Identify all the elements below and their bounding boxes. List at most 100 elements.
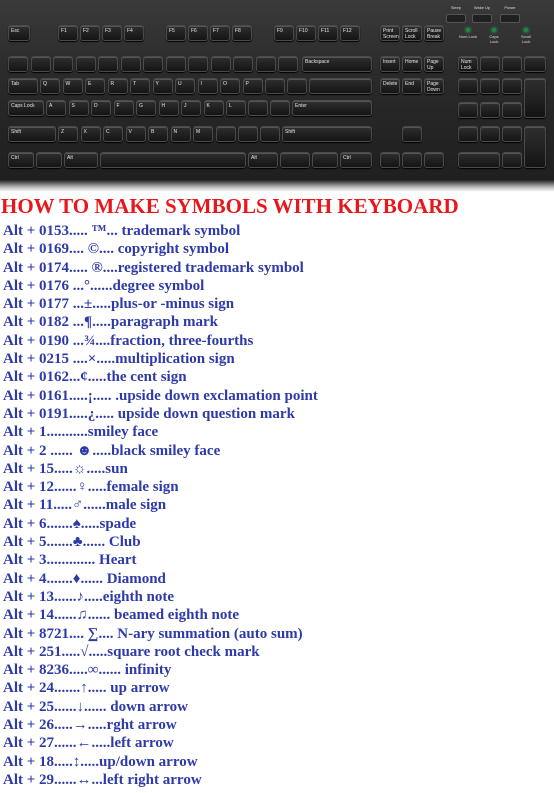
key-end: End (402, 78, 422, 94)
key-delete: Delete (380, 78, 400, 94)
keyboard-key (210, 56, 231, 72)
key-letter: T (130, 78, 150, 94)
numpad-key (480, 102, 500, 118)
key-letter: W (62, 78, 83, 94)
key-letter: B (148, 126, 168, 142)
key-letter: V (125, 126, 146, 142)
keyboard-key (188, 56, 208, 72)
key-num-lock: Num Lock (458, 56, 478, 72)
key-function: F4 (124, 25, 144, 41)
numpad-key (458, 126, 478, 142)
key-arrow-up (402, 126, 422, 142)
key-home: Home (402, 56, 422, 72)
numpad-enter (524, 126, 546, 168)
key-esc: Esc (8, 25, 30, 41)
key-tab: Tab (8, 78, 38, 94)
key-pause-break: Pause Break (424, 25, 444, 41)
keyboard-key (260, 126, 280, 142)
keyboard-key (75, 56, 96, 72)
key-letter: U (175, 78, 195, 94)
key-windows (280, 152, 310, 168)
numpad-key (458, 78, 478, 94)
power-button (472, 14, 492, 23)
keyboard-key (233, 56, 253, 72)
key-windows (36, 152, 62, 168)
keyboard-key (502, 56, 522, 72)
list-item: Alt + 14......♫...... beamed eighth note (3, 607, 240, 624)
key-ctrl-left: Ctrl (8, 152, 34, 168)
power-button-label: Sleep (450, 5, 462, 10)
list-item: Alt + 0190 ...¾....fraction, three-fourt… (3, 332, 254, 349)
key-space (100, 152, 246, 168)
list-item: Alt + 11.....♂......male sign (3, 497, 167, 514)
key-function: F7 (210, 25, 230, 41)
key-letter: Y (152, 78, 173, 94)
list-item: Alt + 18.....↕.....up/down arrow (3, 753, 198, 770)
list-item: Alt + 2 ...... ☻.....black smiley face (3, 442, 221, 459)
keyboard-key (238, 126, 258, 142)
key-shift-left: Shift (8, 126, 56, 142)
list-item: Alt + 27......←.....left arrow (3, 735, 174, 752)
keyboard-key (309, 78, 372, 94)
key-letter: I (197, 78, 218, 94)
key-function: F8 (232, 25, 252, 41)
key-letter: E (85, 78, 105, 94)
key-print-screen: Print Screen (380, 25, 400, 41)
key-letter: R (107, 78, 128, 94)
power-button (446, 14, 466, 23)
list-item: Alt + 0177 ...±.....plus-or -minus sign (3, 296, 235, 313)
numpad-key (502, 102, 522, 118)
key-function: F10 (296, 25, 316, 41)
key-function: F1 (58, 25, 78, 41)
list-item: Alt + 8236.....∞...... infinity (3, 662, 172, 679)
page-title: HOW TO MAKE SYMBOLS WITH KEYBOARD (1, 194, 459, 218)
list-item: Alt + 12......♀.....female sign (3, 479, 179, 496)
keyboard-key (216, 126, 236, 142)
numpad-plus (524, 78, 546, 118)
status-led (492, 28, 496, 32)
key-alt-left: Alt (64, 152, 98, 168)
list-item: Alt + 13......♪.....eighth note (3, 588, 175, 605)
key-page-up: Page Up (424, 56, 444, 72)
list-item: Alt + 0182 ...¶.....paragraph mark (3, 314, 218, 331)
key-scroll-lock: Scroll Lock (402, 25, 422, 41)
key-letter: S (68, 100, 89, 116)
numpad-key (502, 152, 522, 168)
list-item: Alt + 0174..... ®....registered trademar… (3, 259, 304, 276)
list-item: Alt + 0169.... ©.... copyright symbol (3, 241, 230, 258)
power-button-label: Power (504, 5, 516, 10)
key-letter: A (46, 100, 66, 116)
key-letter: L (226, 100, 246, 116)
key-shift-right: Shift (282, 126, 372, 142)
key-letter: N (170, 126, 191, 142)
keyboard-photo: Esc F1 F2 F3 F4 F5 F6 F7 F8 F9 F10 F11 F12 Print Scre… (0, 0, 554, 190)
keyboard-key (53, 56, 73, 72)
key-arrow-left (380, 152, 400, 168)
key-letter: H (158, 100, 179, 116)
key-letter: X (80, 126, 101, 142)
list-item: Alt + 6.......♠.....spade (3, 515, 137, 532)
key-letter: D (91, 100, 111, 116)
key-menu (312, 152, 338, 168)
key-letter: J (181, 100, 201, 116)
keyboard-key (278, 56, 298, 72)
keyboard-key (524, 56, 546, 72)
keyboard-key (265, 78, 285, 94)
numpad-key (458, 102, 478, 118)
key-letter: G (136, 100, 156, 116)
key-function: F9 (274, 25, 294, 41)
key-letter: M (193, 126, 213, 142)
list-item: Alt + 0162...¢.....the cent sign (3, 369, 187, 386)
key-letter: Q (40, 78, 60, 94)
key-letter: Z (58, 126, 78, 142)
list-item: Alt + 0176 ...°......degree symbol (3, 277, 205, 294)
key-arrow-down (402, 152, 422, 168)
key-function: F5 (166, 25, 186, 41)
keyboard-key (30, 56, 51, 72)
list-item: Alt + 5.......♣...... Club (3, 534, 141, 551)
power-button (500, 14, 520, 23)
list-item: Alt + 24.......↑..... up arrow (3, 680, 170, 697)
numpad-key (502, 78, 522, 94)
power-button-label: Wake Up (473, 5, 491, 10)
numpad-zero (458, 152, 500, 168)
